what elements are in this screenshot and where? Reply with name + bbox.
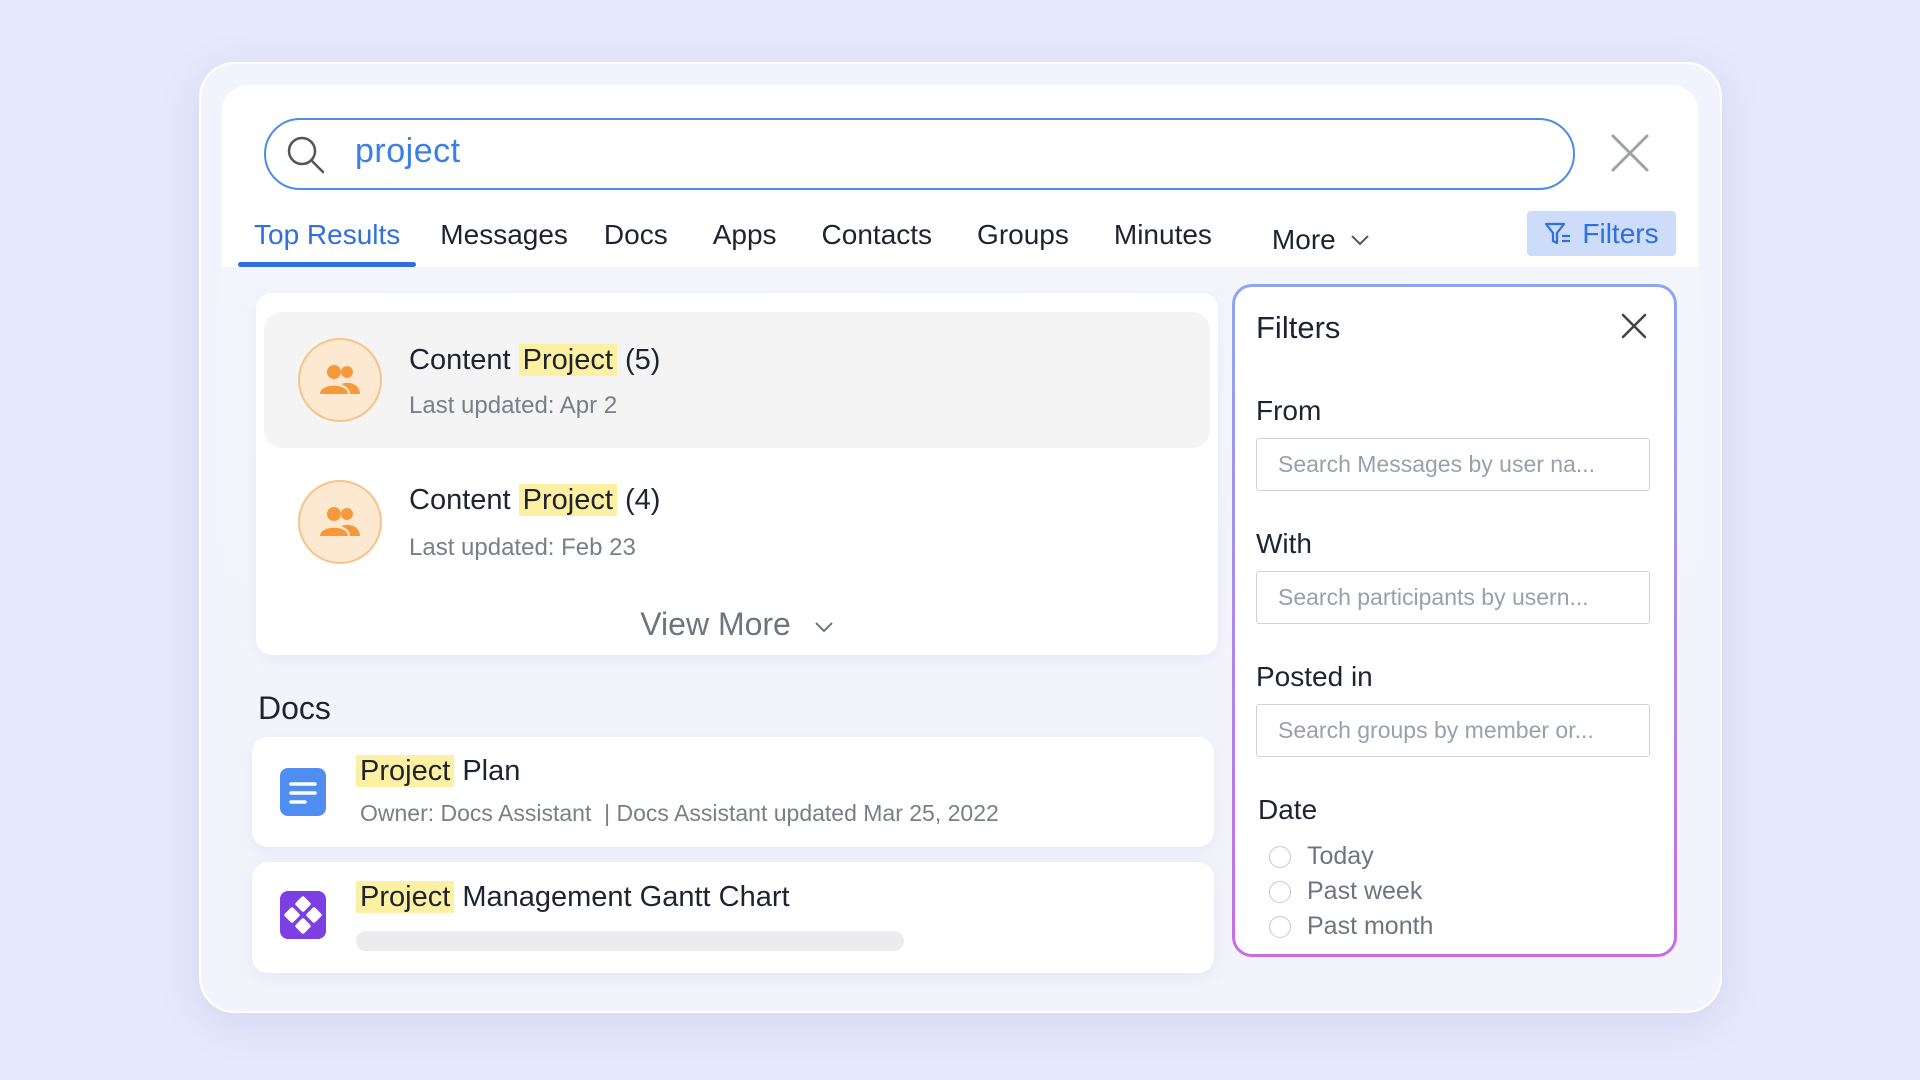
filters-panel-title: Filters xyxy=(1256,310,1341,345)
app-icon xyxy=(278,889,328,941)
view-more-label: View More xyxy=(640,606,791,642)
with-search-input[interactable] xyxy=(1256,571,1650,624)
result-tabs: Top Results Messages Docs Apps Contacts … xyxy=(238,213,1386,267)
chevron-down-icon xyxy=(815,621,833,632)
from-label: From xyxy=(1256,395,1322,426)
result-updated: Last updated: Feb 23 xyxy=(409,534,636,561)
search-input[interactable] xyxy=(355,132,1535,171)
tab-messages[interactable]: Messages xyxy=(424,213,584,267)
filter-icon xyxy=(1545,222,1571,244)
top-results-card: Content Project (5) Last updated: Apr 2 … xyxy=(256,293,1218,655)
search-icon xyxy=(284,133,328,177)
group-icon xyxy=(298,338,382,422)
doc-icon xyxy=(278,766,328,818)
tab-apps[interactable]: Apps xyxy=(697,213,793,267)
filters-panel: Filters From With Posted in Date Today P… xyxy=(1232,284,1677,957)
filters-button-label: Filters xyxy=(1582,217,1659,249)
date-option-label: Past month xyxy=(1307,912,1434,940)
filters-panel-body: Filters From With Posted in Date Today P… xyxy=(1235,287,1674,954)
date-option-today[interactable]: Today xyxy=(1269,842,1374,871)
date-option-label: Past week xyxy=(1307,877,1423,905)
loading-placeholder xyxy=(356,931,904,951)
chevron-down-icon xyxy=(1351,235,1369,246)
with-label: With xyxy=(1256,528,1312,559)
view-more-button[interactable]: View More xyxy=(256,606,1218,643)
tab-minutes[interactable]: Minutes xyxy=(1098,213,1228,267)
radio-button[interactable] xyxy=(1269,845,1291,868)
doc-item[interactable]: Project Management Gantt Chart xyxy=(252,862,1214,973)
tab-more[interactable]: More xyxy=(1256,213,1386,267)
radio-button[interactable] xyxy=(1269,880,1291,903)
doc-title: Project Plan xyxy=(356,755,520,788)
date-label: Date xyxy=(1258,794,1318,825)
list-item[interactable]: Content Project (5) Last updated: Apr 2 xyxy=(264,312,1210,448)
result-updated: Last updated: Apr 2 xyxy=(409,392,618,419)
group-icon xyxy=(298,480,382,564)
posted-in-label: Posted in xyxy=(1256,661,1373,692)
result-title: Content Project (4) xyxy=(409,484,661,516)
search-bar[interactable] xyxy=(264,118,1575,190)
list-item[interactable]: Content Project (4) Last updated: Feb 23 xyxy=(264,454,1210,590)
tab-groups[interactable]: Groups xyxy=(961,213,1085,267)
doc-item[interactable]: Project Plan Owner: Docs Assistant | Doc… xyxy=(252,737,1214,847)
filters-button[interactable]: Filters xyxy=(1527,211,1676,256)
docs-section-title: Docs xyxy=(258,690,331,726)
tab-contacts[interactable]: Contacts xyxy=(806,213,949,267)
from-search-input[interactable] xyxy=(1256,438,1650,491)
date-option-past-month[interactable]: Past month xyxy=(1269,912,1433,941)
tab-docs[interactable]: Docs xyxy=(588,213,684,267)
doc-meta: Owner: Docs Assistant | Docs Assistant u… xyxy=(360,800,999,826)
date-option-past-week[interactable]: Past week xyxy=(1269,877,1422,906)
tab-more-label: More xyxy=(1271,224,1336,255)
tab-top-results[interactable]: Top Results xyxy=(238,213,417,267)
close-search-icon[interactable] xyxy=(1608,131,1652,175)
radio-button[interactable] xyxy=(1269,915,1291,938)
close-icon[interactable] xyxy=(1617,309,1651,343)
result-title: Content Project (5) xyxy=(409,344,661,376)
posted-in-search-input[interactable] xyxy=(1256,704,1650,757)
doc-title: Project Management Gantt Chart xyxy=(356,881,790,914)
search-panel: Top Results Messages Docs Apps Contacts … xyxy=(222,85,1698,995)
date-option-label: Today xyxy=(1307,842,1374,870)
